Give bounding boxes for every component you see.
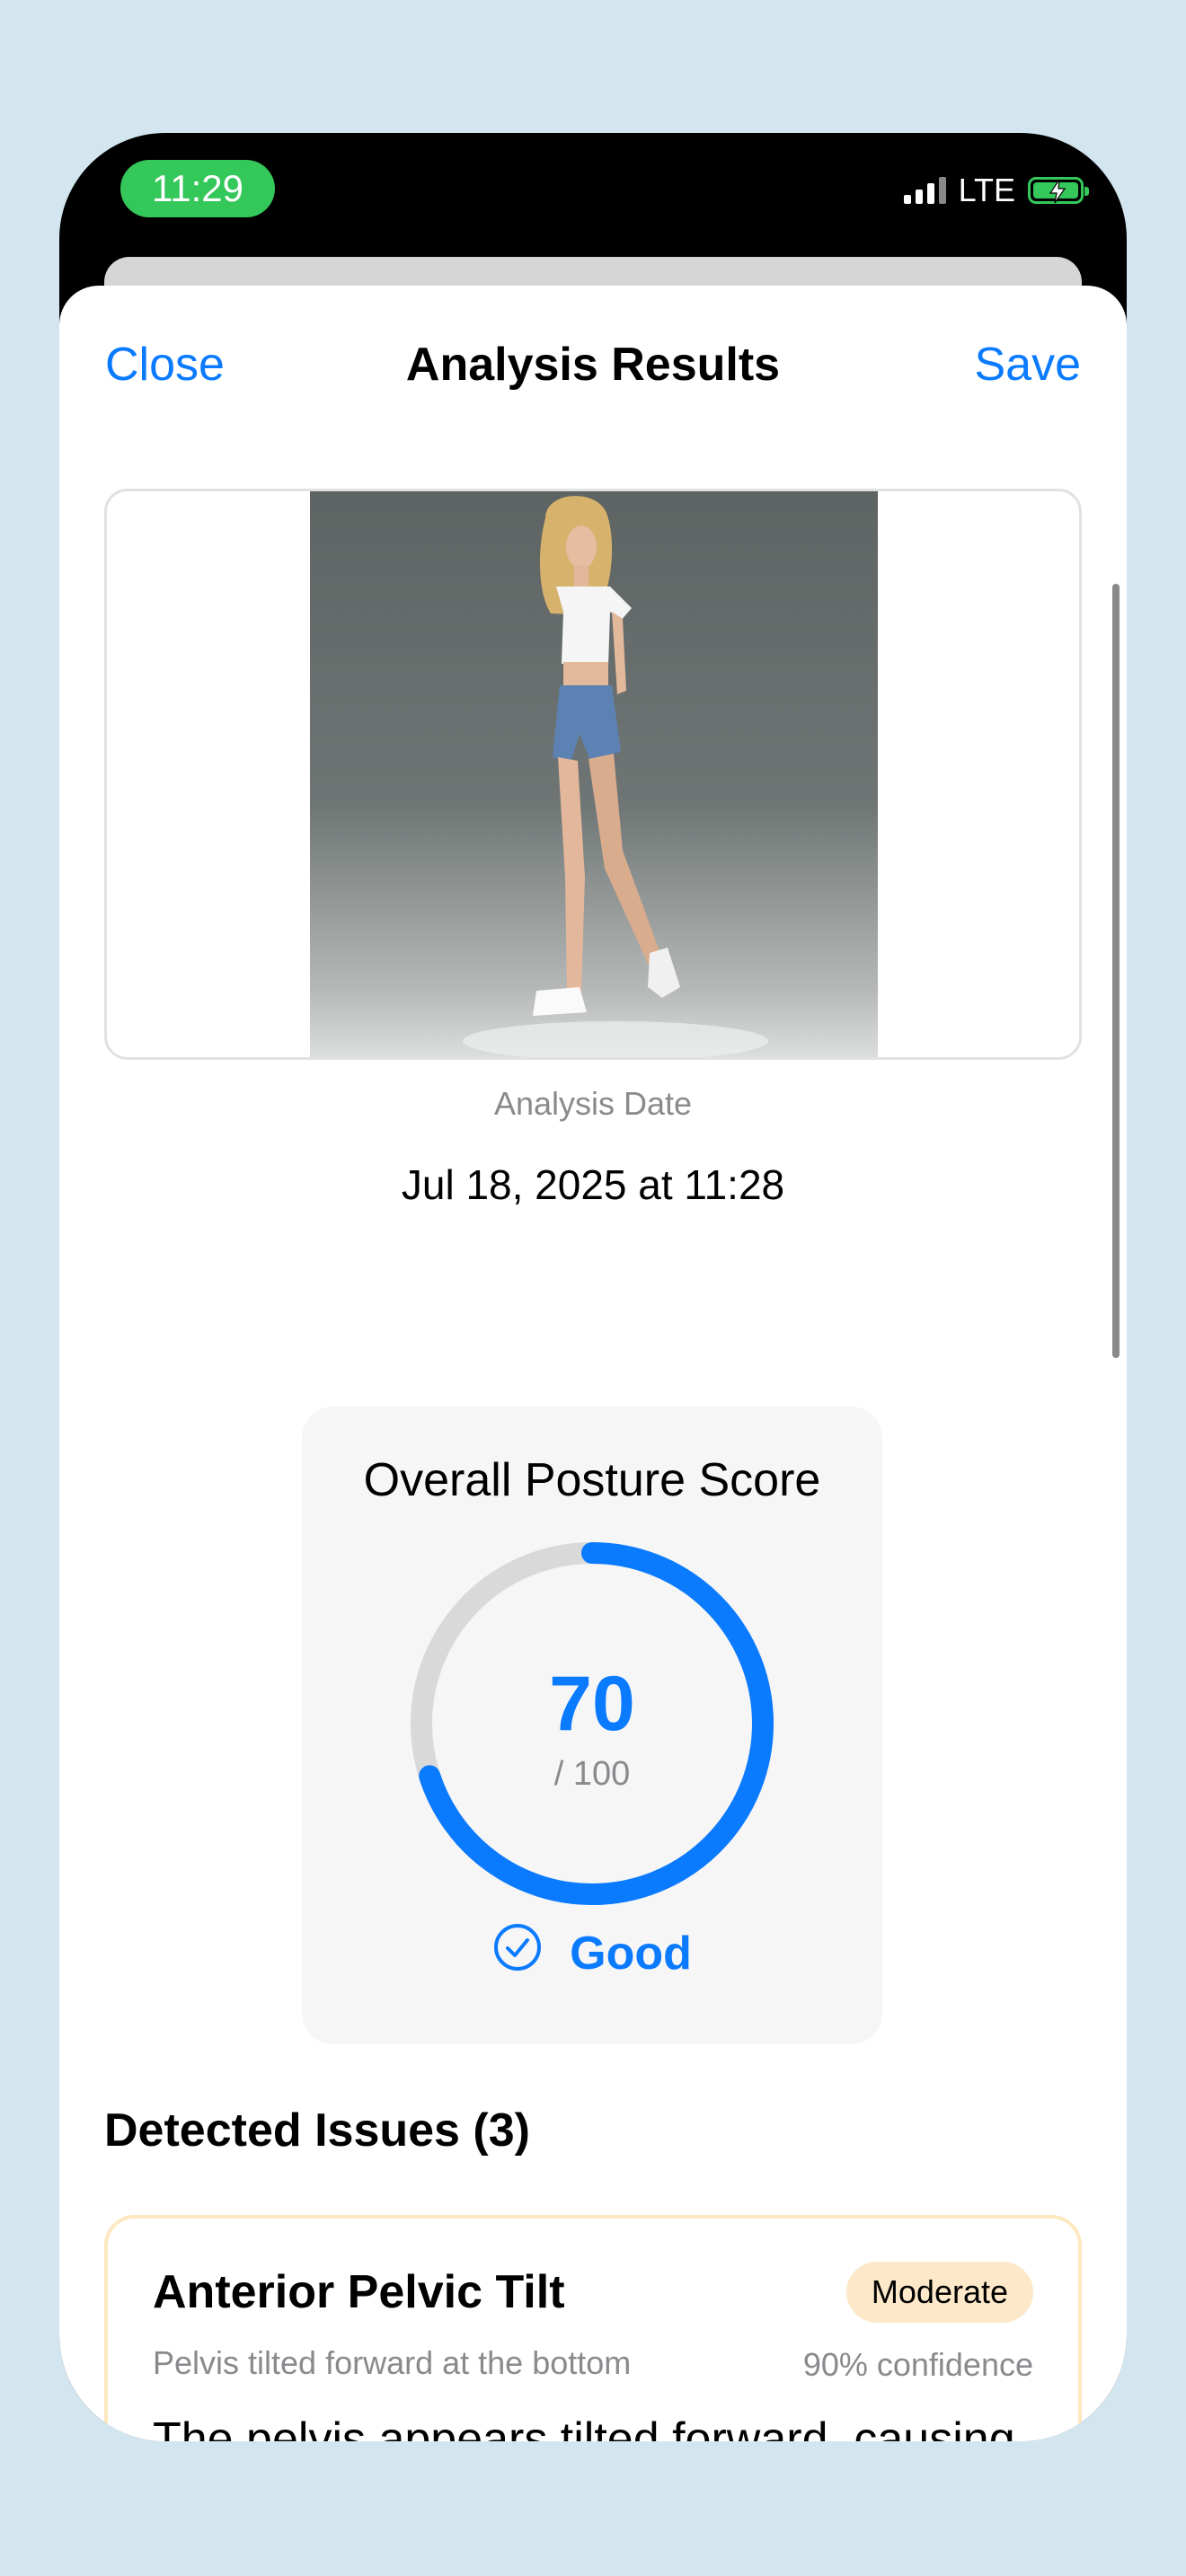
close-button[interactable]: Close	[105, 338, 225, 392]
scrollbar[interactable]	[1112, 584, 1120, 1358]
issue-detail: The pelvis appears tilted forward, causi…	[153, 2413, 1015, 2441]
issue-confidence: 90% confidence	[802, 2346, 1033, 2383]
posture-photo	[310, 491, 878, 1057]
score-value: 70	[549, 1661, 635, 1747]
score-rating: Good	[302, 1922, 882, 1984]
status-time: 11:29	[120, 160, 275, 217]
cellular-signal-icon	[903, 177, 946, 204]
save-button[interactable]: Save	[974, 338, 1081, 392]
network-type: LTE	[958, 172, 1015, 208]
severity-badge: Moderate	[845, 2262, 1033, 2323]
analysis-date-label: Analysis Date	[493, 1085, 693, 1122]
posture-score-card: Overall Posture Score 70 / 100 Good	[302, 1407, 882, 2044]
analysis-results-sheet: Close Analysis Results Save Analysis Dat…	[59, 286, 1127, 2441]
rating-label: Good	[570, 1927, 692, 1980]
battery-charging-icon	[1028, 177, 1089, 204]
phone-frame: 11:29 LTE Close Analysis Results Save An…	[59, 133, 1127, 2441]
status-indicators: LTE	[903, 171, 1089, 210]
issue-summary: Pelvis tilted forward at the bottom	[153, 2344, 632, 2381]
checkmark-circle-icon	[492, 1922, 543, 1984]
issue-card[interactable]: Anterior Pelvic Tilt Moderate Pelvis til…	[104, 2215, 1082, 2441]
detected-issues-heading: Detected Issues (3)	[104, 2104, 530, 2157]
score-max: / 100	[553, 1755, 631, 1793]
analysis-date-value: Jul 18, 2025 at 11:28	[401, 1161, 785, 1208]
score-title: Overall Posture Score	[363, 1454, 821, 1506]
posture-photo-frame	[104, 489, 1082, 1060]
issue-name: Anterior Pelvic Tilt	[153, 2266, 565, 2318]
